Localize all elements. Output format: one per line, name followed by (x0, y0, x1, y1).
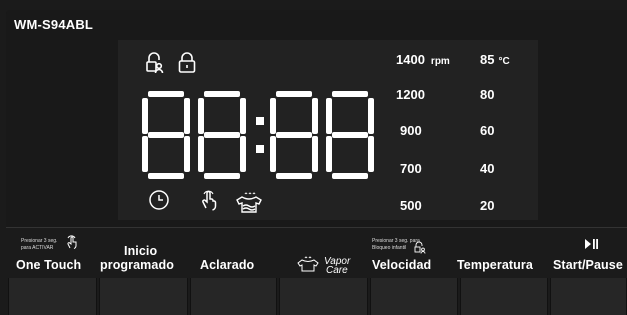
segment-e (198, 136, 204, 172)
segment-d (332, 173, 368, 179)
segment-d (148, 173, 184, 179)
segment-f (142, 98, 148, 134)
temperature-value: 80 (480, 87, 495, 102)
segment-f (270, 98, 276, 134)
delay-start-label: Inicio (124, 244, 158, 258)
temperature-value: 20 (480, 198, 495, 213)
temperature-column: 85 °C 80 60 40 20 (472, 40, 562, 220)
one-touch-hint: Presionar 3 seg. (21, 238, 58, 244)
steam-shirt-icon (236, 192, 262, 213)
delay-start-button[interactable] (99, 278, 188, 315)
segment-e (142, 136, 148, 172)
segment-f (198, 98, 204, 134)
segment-b (240, 98, 246, 134)
divider (6, 227, 627, 228)
segment-b (368, 98, 374, 134)
temperature-unit: °C (498, 56, 510, 67)
clock-icon (149, 190, 169, 210)
vapor-care-button[interactable] (279, 278, 368, 315)
spin-value: 1400 (396, 52, 425, 67)
vapor-icon (297, 256, 319, 272)
rinse-button[interactable] (190, 278, 277, 315)
spin-speed-label: Velocidad (372, 258, 432, 272)
one-touch-icon (67, 235, 77, 249)
segment-e (270, 136, 276, 172)
segment-c (184, 136, 190, 172)
vapor-care-label-2: Care (326, 265, 348, 276)
segment-f (326, 98, 332, 134)
spin-value: 1200 (396, 87, 425, 102)
spin-speed-button[interactable] (370, 278, 458, 315)
colon-dot (256, 145, 264, 153)
segment-b (184, 98, 190, 134)
temperature-value: 40 (480, 161, 495, 176)
segment-a (204, 91, 240, 97)
spin-hint-2: Bloqueo infantil (372, 245, 407, 251)
spin-value: 900 (400, 123, 422, 138)
digit-display (142, 91, 374, 179)
temperature-value: 85 (480, 52, 495, 67)
child-lock-small-icon (414, 241, 426, 254)
child-lock-icon (146, 52, 164, 74)
rinse-label: Aclarado (200, 258, 255, 272)
segment-a (148, 91, 184, 97)
segment-c (240, 136, 246, 172)
one-touch-hint-2: para ACTIVAR (21, 245, 54, 251)
door-lock-icon (178, 52, 196, 73)
model-name: WM-S94ABL (14, 17, 94, 32)
spin-speed-column: 1400 rpm 1200 900 700 500 (390, 40, 480, 220)
colon-dot (256, 117, 264, 125)
one-touch-label: One Touch (16, 258, 82, 272)
lcd-display: 1400 rpm 1200 900 700 500 85 °C 80 60 40 2… (118, 40, 538, 220)
segment-g (276, 132, 312, 138)
segment-d (204, 173, 240, 179)
segment-d (276, 173, 312, 179)
start-pause-button[interactable] (550, 278, 627, 315)
one-touch-button[interactable] (8, 278, 97, 315)
segment-c (368, 136, 374, 172)
segment-e (326, 136, 332, 172)
delay-start-label-2: programado (100, 258, 174, 272)
temperature-value: 60 (480, 123, 495, 138)
temperature-label: Temperatura (457, 258, 533, 272)
start-pause-label: Start/Pause (553, 258, 623, 272)
play-pause-icon (585, 239, 598, 249)
temperature-button[interactable] (460, 278, 548, 315)
segment-a (276, 91, 312, 97)
spin-unit: rpm (430, 56, 450, 67)
segment-g (204, 132, 240, 138)
touch-icon (202, 190, 217, 211)
control-panel: WM-S94ABL 1400 rpm 1200 900 700 500 85 °… (0, 0, 627, 315)
spin-value: 500 (400, 198, 422, 213)
spin-value: 700 (400, 161, 422, 176)
segment-a (332, 91, 368, 97)
segment-c (312, 136, 318, 172)
segment-b (312, 98, 318, 134)
segment-g (148, 132, 184, 138)
spin-hint: Presionar 3 seg. para (372, 238, 420, 244)
segment-g (332, 132, 368, 138)
